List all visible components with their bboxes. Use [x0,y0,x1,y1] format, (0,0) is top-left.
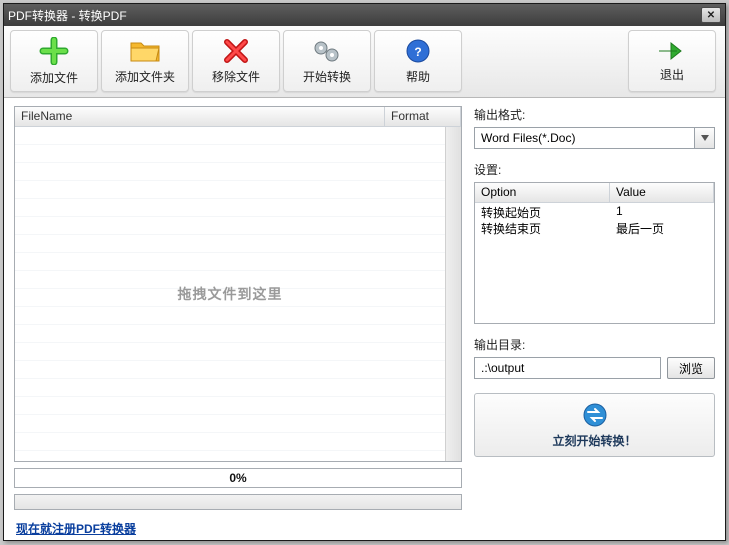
exit-arrow-icon [657,40,687,62]
output-format-combo[interactable] [474,127,715,149]
progress-text: 0% [229,471,246,485]
col-format[interactable]: Format [385,107,461,126]
titlebar: PDF转换器 - 转换PDF ✕ [4,4,725,26]
output-dir-label: 输出目录: [474,336,715,353]
file-list-header: FileName Format [15,107,461,127]
toolbar: 添加文件 添加文件夹 移除文件 开始转换 ? 帮助 退出 [4,26,725,98]
start-now-label: 立刻开始转换！ [552,432,636,449]
opt-name: 转换起始页 [475,203,610,219]
plus-icon [39,37,69,65]
left-panel: FileName Format 拖拽文件到这里 0% [14,106,462,510]
right-panel: 输出格式: 设置: Option Value 转换起始页 1 转换结束页 [474,106,715,510]
exit-label: 退出 [660,66,684,83]
col-option[interactable]: Option [475,183,610,202]
footer: 现在就注册PDF转换器 [4,516,725,545]
remove-button[interactable]: 移除文件 [192,30,280,92]
browse-button[interactable]: 浏览 [667,357,715,379]
chevron-down-icon [701,135,709,141]
drop-placeholder: 拖拽文件到这里 [178,284,283,304]
output-dir-input[interactable] [474,357,661,379]
app-window: PDF转换器 - 转换PDF ✕ 添加文件 添加文件夹 移除文件 开始转换 ? … [3,3,726,541]
content-area: FileName Format 拖拽文件到这里 0% 输出格式: [4,98,725,516]
add-file-label: 添加文件 [30,69,78,86]
opt-value[interactable]: 最后一页 [610,219,714,235]
output-format-label: 输出格式: [474,106,715,123]
start-label: 开始转换 [303,68,351,85]
output-dir-row: 浏览 [474,357,715,379]
settings-label: 设置: [474,161,715,178]
start-convert-button[interactable]: 开始转换 [283,30,371,92]
col-value[interactable]: Value [610,183,714,202]
help-button[interactable]: ? 帮助 [374,30,462,92]
gears-icon [312,38,342,64]
settings-row[interactable]: 转换结束页 最后一页 [475,219,714,235]
file-list[interactable]: FileName Format 拖拽文件到这里 [14,106,462,462]
settings-row[interactable]: 转换起始页 1 [475,203,714,219]
horizontal-scrollbar[interactable] [14,494,462,510]
add-folder-button[interactable]: 添加文件夹 [101,30,189,92]
file-list-body[interactable]: 拖拽文件到这里 [15,127,445,461]
register-link[interactable]: 现在就注册PDF转换器 [16,522,136,536]
settings-header: Option Value [475,183,714,203]
start-now-button[interactable]: 立刻开始转换！ [474,393,715,457]
folder-icon [129,38,161,64]
output-format-dropdown[interactable] [695,127,715,149]
svg-text:?: ? [414,45,421,59]
remove-label: 移除文件 [212,68,260,85]
exit-button[interactable]: 退出 [628,30,716,92]
delete-icon [223,38,249,64]
progress-bar: 0% [14,468,462,488]
convert-icon [580,402,610,428]
col-filename[interactable]: FileName [15,107,385,126]
add-file-button[interactable]: 添加文件 [10,30,98,92]
output-format-input[interactable] [474,127,695,149]
opt-value[interactable]: 1 [610,203,714,219]
vertical-scrollbar[interactable] [445,127,461,461]
close-button[interactable]: ✕ [701,7,721,23]
help-label: 帮助 [406,68,430,85]
help-icon: ? [405,38,431,64]
opt-name: 转换结束页 [475,219,610,235]
settings-table[interactable]: Option Value 转换起始页 1 转换结束页 最后一页 [474,182,715,324]
window-title: PDF转换器 - 转换PDF [8,7,701,24]
add-folder-label: 添加文件夹 [115,68,175,85]
